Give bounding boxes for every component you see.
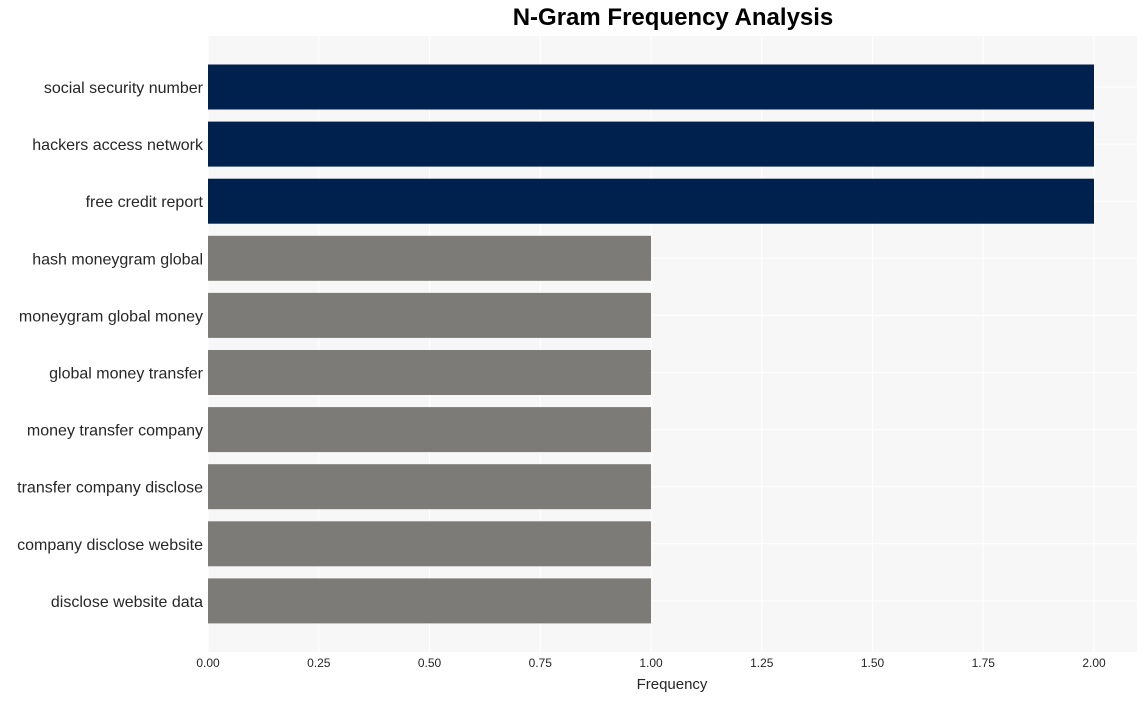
y-tick-label: global money transfer (49, 366, 204, 383)
x-tick-label: 0.50 (418, 656, 442, 670)
x-tick-label: 0.00 (196, 656, 220, 670)
y-tick-label: money transfer company (27, 423, 203, 440)
x-tick-label: 0.25 (307, 656, 331, 670)
bar (208, 178, 1094, 224)
x-tick-label: 1.50 (861, 656, 885, 670)
bar (208, 235, 651, 281)
bar (208, 578, 651, 624)
bar (208, 407, 651, 453)
x-tick-label: 0.75 (529, 656, 553, 670)
y-tick-label: moneygram global money (19, 308, 203, 325)
x-axis-ticks: 0.00 0.25 0.50 0.75 1.00 1.25 1.50 1.75 2.00 (196, 656, 1106, 670)
y-axis-labels: social security number hackers access net… (17, 80, 204, 611)
y-tick-label: transfer company disclose (17, 480, 203, 497)
y-tick-label: disclose website data (51, 594, 203, 611)
bar (208, 292, 651, 338)
x-tick-label: 2.00 (1082, 656, 1106, 670)
y-tick-label: company disclose website (17, 537, 203, 554)
bar (208, 464, 651, 510)
y-tick-label: hash moneygram global (32, 251, 203, 268)
y-tick-label: social security number (44, 80, 204, 97)
x-tick-label: 1.75 (972, 656, 996, 670)
bar (208, 521, 651, 567)
bar (208, 64, 1094, 110)
bar (208, 350, 651, 395)
bar-chart: social security number hackers access net… (17, 36, 1137, 693)
x-tick-label: 1.25 (750, 656, 774, 670)
x-axis-label: Frequency (637, 676, 708, 693)
y-tick-label: free credit report (86, 194, 204, 211)
bar (208, 121, 1094, 167)
y-tick-label: hackers access network (32, 137, 204, 154)
x-tick-label: 1.00 (639, 656, 663, 670)
